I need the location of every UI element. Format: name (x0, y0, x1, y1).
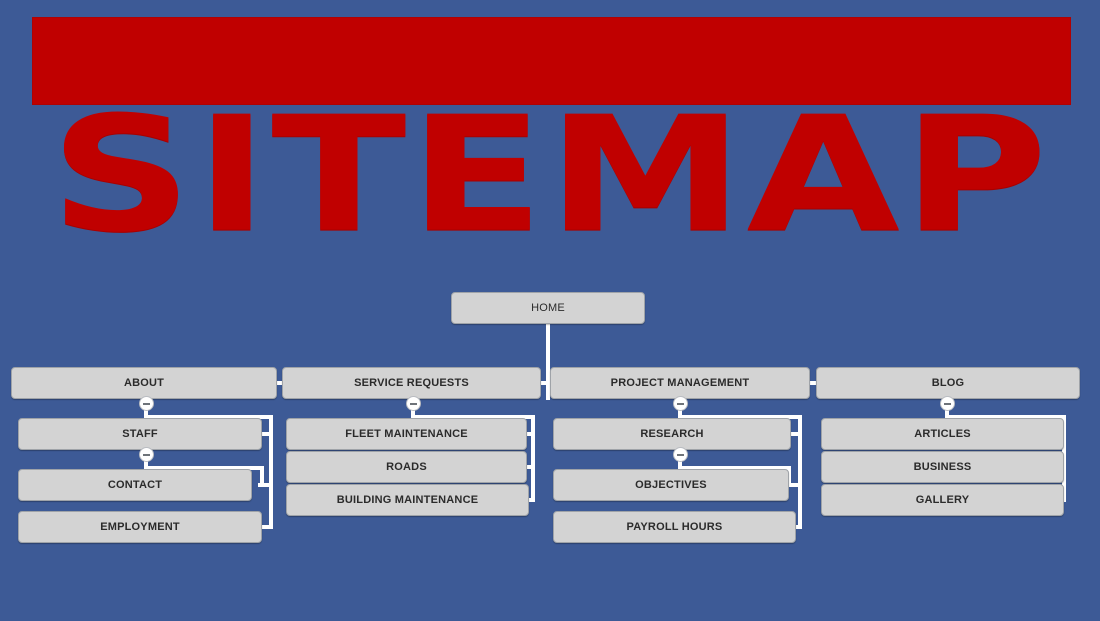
minus-icon (677, 402, 684, 405)
node-staff[interactable]: STAFF (18, 418, 262, 450)
minus-icon (143, 402, 150, 405)
node-payroll-hours[interactable]: PAYROLL HOURS (553, 511, 796, 543)
node-label: BUSINESS (913, 461, 972, 473)
node-objectives[interactable]: OBJECTIVES (553, 469, 789, 501)
node-business[interactable]: BUSINESS (821, 451, 1064, 483)
minus-icon (143, 453, 150, 456)
node-label: PAYROLL HOURS (626, 521, 723, 533)
minus-icon (410, 402, 417, 405)
node-research[interactable]: RESEARCH (553, 418, 791, 450)
minus-icon (677, 453, 684, 456)
node-contact[interactable]: CONTACT (18, 469, 252, 501)
node-roads[interactable]: ROADS (286, 451, 527, 483)
node-label: BUILDING MAINTENANCE (336, 494, 479, 506)
node-label: ROADS (386, 461, 427, 473)
minus-icon (944, 402, 951, 405)
toggle-blog[interactable] (940, 396, 955, 411)
node-label: ARTICLES (914, 428, 971, 440)
node-label: HOME (531, 302, 565, 314)
toggle-service-requests[interactable] (406, 396, 421, 411)
node-blog[interactable]: BLOG (816, 367, 1080, 399)
node-label: BLOG (931, 377, 965, 389)
node-about[interactable]: ABOUT (11, 367, 277, 399)
node-employment[interactable]: EMPLOYMENT (18, 511, 262, 543)
toggle-research[interactable] (673, 447, 688, 462)
node-label: PROJECT MANAGEMENT (610, 377, 750, 389)
node-label: SERVICE REQUESTS (354, 377, 469, 389)
node-fleet-maintenance[interactable]: FLEET MAINTENANCE (286, 418, 527, 450)
node-gallery[interactable]: GALLERY (821, 484, 1064, 516)
node-service-requests[interactable]: SERVICE REQUESTS (282, 367, 541, 399)
node-home[interactable]: HOME (451, 292, 645, 324)
node-label: GALLERY (915, 494, 970, 506)
node-label: FLEET MAINTENANCE (345, 428, 468, 440)
toggle-staff[interactable] (139, 447, 154, 462)
node-label: RESEARCH (640, 428, 704, 440)
node-articles[interactable]: ARTICLES (821, 418, 1064, 450)
node-label: ABOUT (123, 377, 165, 389)
node-project-management[interactable]: PROJECT MANAGEMENT (550, 367, 810, 399)
toggle-project-management[interactable] (673, 396, 688, 411)
node-building-maintenance[interactable]: BUILDING MAINTENANCE (286, 484, 529, 516)
node-label: EMPLOYMENT (100, 521, 180, 533)
toggle-about[interactable] (139, 396, 154, 411)
node-label: CONTACT (107, 479, 163, 491)
node-label: STAFF (122, 428, 158, 440)
sitemap-diagram: HOME ABOUT SERVICE REQUESTS PROJECT MANA… (0, 0, 1100, 621)
node-label: OBJECTIVES (635, 479, 707, 491)
